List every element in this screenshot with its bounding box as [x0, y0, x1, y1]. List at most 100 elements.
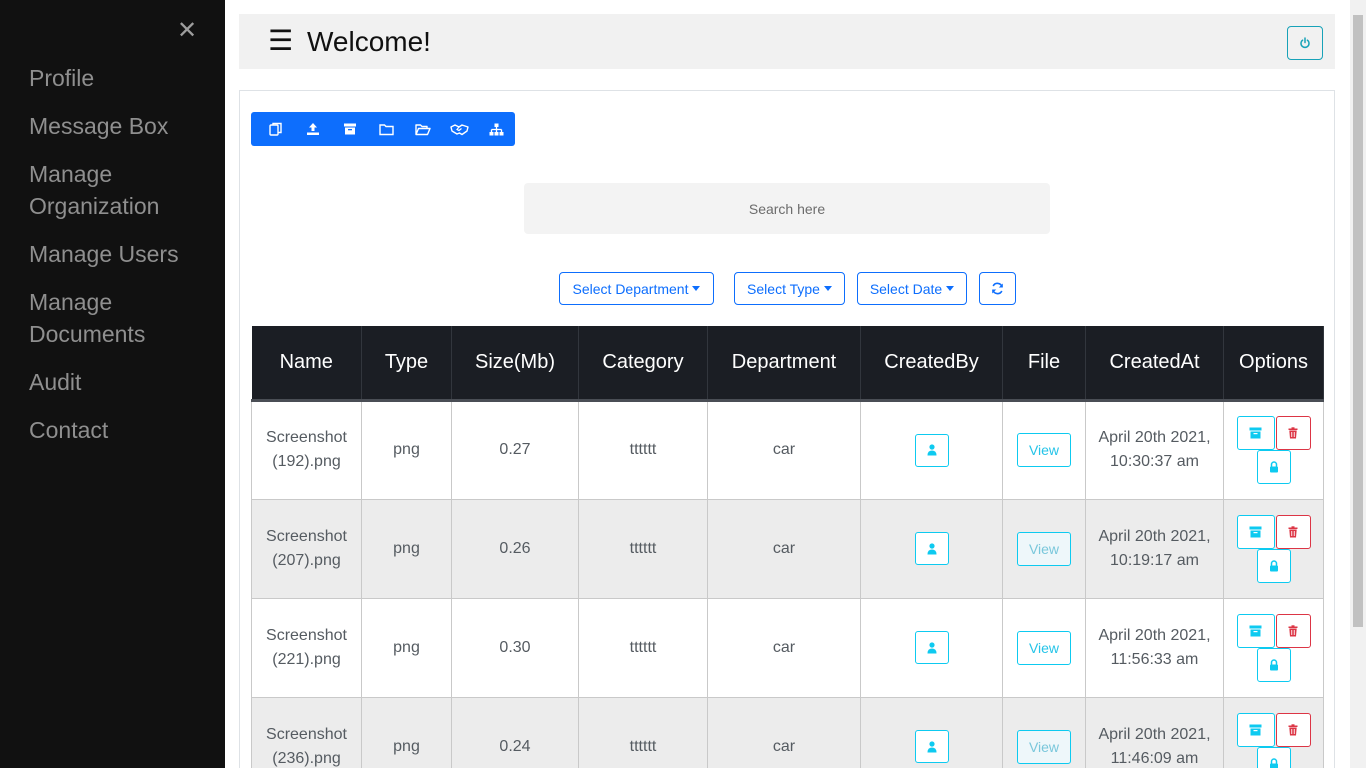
lock-row-button[interactable] [1256, 746, 1291, 768]
archive-icon [343, 123, 356, 135]
column-header-created-at[interactable]: CreatedAt [1085, 326, 1224, 402]
handshake-icon [450, 123, 470, 135]
sidebar-item-profile[interactable]: Profile [29, 62, 209, 94]
sidebar: ✕ Profile Message Box Manage Organizatio… [0, 0, 225, 768]
view-file-button[interactable]: View [1017, 729, 1071, 764]
archive-row-button[interactable] [1236, 613, 1275, 648]
sidebar-nav: Profile Message Box Manage Organization … [29, 62, 209, 462]
cell-created-by [860, 696, 1003, 768]
created-by-button[interactable] [914, 730, 949, 763]
scrollbar-thumb[interactable] [1353, 15, 1363, 627]
type-dropdown[interactable]: Select Type [734, 272, 845, 305]
delete-row-button[interactable] [1275, 712, 1311, 747]
cell-size: 0.24 [451, 696, 579, 768]
close-sidebar-icon[interactable]: ✕ [177, 18, 197, 44]
folder-icon [379, 123, 394, 135]
cell-name: Screenshot (192).png [251, 399, 362, 500]
cell-size: 0.27 [451, 399, 579, 500]
trash-icon [1288, 624, 1298, 636]
sidebar-item-audit[interactable]: Audit [29, 366, 209, 398]
sitemap-icon [489, 123, 504, 135]
cell-name: Screenshot (221).png [251, 597, 362, 698]
sidebar-item-manage-users[interactable]: Manage Users [29, 238, 209, 270]
refresh-button[interactable] [979, 272, 1016, 305]
cell-category: tttttt [578, 597, 708, 698]
cell-type: png [361, 399, 452, 500]
main-content: ☰ Welcome! Search here Select Department… [225, 0, 1350, 768]
cell-type: png [361, 597, 452, 698]
cell-file: View [1002, 597, 1086, 698]
archive-button[interactable] [331, 112, 368, 146]
trash-icon [1288, 525, 1298, 537]
cell-department: car [707, 399, 861, 500]
open-folder-button[interactable] [405, 112, 442, 146]
department-dropdown[interactable]: Select Department [559, 272, 714, 305]
department-dropdown-label: Select Department [572, 280, 689, 297]
user-icon [927, 542, 936, 554]
date-dropdown[interactable]: Select Date [857, 272, 967, 305]
lock-icon [1269, 658, 1278, 670]
copy-button[interactable] [258, 112, 295, 146]
lock-row-button[interactable] [1256, 450, 1291, 484]
created-by-button[interactable] [914, 433, 949, 467]
cell-created-at: April 20th 2021, 10:30:37 am [1085, 399, 1224, 500]
user-icon [927, 641, 936, 653]
view-file-button[interactable]: View [1017, 433, 1071, 467]
table-row: Screenshot (236).png png 0.24 tttttt car… [251, 696, 1324, 768]
archive-row-button[interactable] [1236, 712, 1275, 747]
share-button[interactable] [442, 112, 479, 146]
cell-options [1223, 498, 1324, 599]
column-header-file[interactable]: File [1002, 326, 1086, 402]
cell-size: 0.26 [451, 498, 579, 599]
cell-file: View [1002, 696, 1086, 768]
sidebar-item-manage-documents[interactable]: Manage Documents [29, 286, 209, 350]
lock-row-button[interactable] [1256, 647, 1291, 682]
sidebar-item-manage-organization[interactable]: Manage Organization [29, 158, 209, 222]
hierarchy-button[interactable] [478, 112, 515, 146]
created-by-button[interactable] [914, 631, 949, 664]
cell-created-at: April 20th 2021, 11:56:33 am [1085, 597, 1224, 698]
hamburger-menu-icon[interactable]: ☰ [268, 24, 293, 58]
trash-icon [1288, 427, 1298, 439]
cell-department: car [707, 498, 861, 599]
delete-row-button[interactable] [1275, 416, 1311, 450]
table-row: Screenshot (207).png png 0.26 tttttt car… [251, 498, 1324, 599]
cell-category: tttttt [578, 498, 708, 599]
column-header-category[interactable]: Category [578, 326, 708, 402]
cell-created-by [860, 498, 1003, 599]
column-header-size[interactable]: Size(Mb) [451, 326, 579, 402]
documents-card: Select Department Select Type Select Dat… [239, 90, 1335, 768]
delete-row-button[interactable] [1275, 514, 1311, 549]
column-header-name[interactable]: Name [251, 326, 362, 402]
archive-row-button[interactable] [1236, 416, 1275, 450]
user-icon [927, 444, 936, 456]
table-row: Screenshot (221).png png 0.30 tttttt car… [251, 597, 1324, 698]
folder-button[interactable] [368, 112, 405, 146]
sidebar-item-contact[interactable]: Contact [29, 414, 209, 446]
column-header-department[interactable]: Department [707, 326, 861, 402]
cell-type: png [361, 498, 452, 599]
search-input[interactable] [524, 183, 1050, 234]
cell-size: 0.30 [451, 597, 579, 698]
cell-created-by [860, 399, 1003, 500]
column-header-options: Options [1223, 326, 1324, 402]
sidebar-item-message-box[interactable]: Message Box [29, 110, 209, 142]
logout-button[interactable] [1287, 26, 1323, 60]
view-file-button[interactable]: View [1017, 531, 1071, 566]
lock-row-button[interactable] [1256, 548, 1291, 583]
created-by-button[interactable] [914, 532, 949, 565]
chevron-down-icon [823, 286, 832, 291]
copy-icon [269, 122, 283, 136]
refresh-icon [992, 282, 1003, 295]
cell-options [1223, 597, 1324, 698]
archive-row-button[interactable] [1236, 514, 1275, 549]
cell-options [1223, 696, 1324, 768]
upload-button[interactable] [295, 112, 332, 146]
column-header-created-by[interactable]: CreatedBy [860, 326, 1003, 402]
view-file-button[interactable]: View [1017, 630, 1071, 665]
table-row: Screenshot (192).png png 0.27 tttttt car… [251, 399, 1324, 500]
page-scrollbar[interactable] [1350, 0, 1366, 768]
column-header-type[interactable]: Type [361, 326, 452, 402]
document-toolbar [251, 112, 515, 146]
delete-row-button[interactable] [1275, 613, 1311, 648]
